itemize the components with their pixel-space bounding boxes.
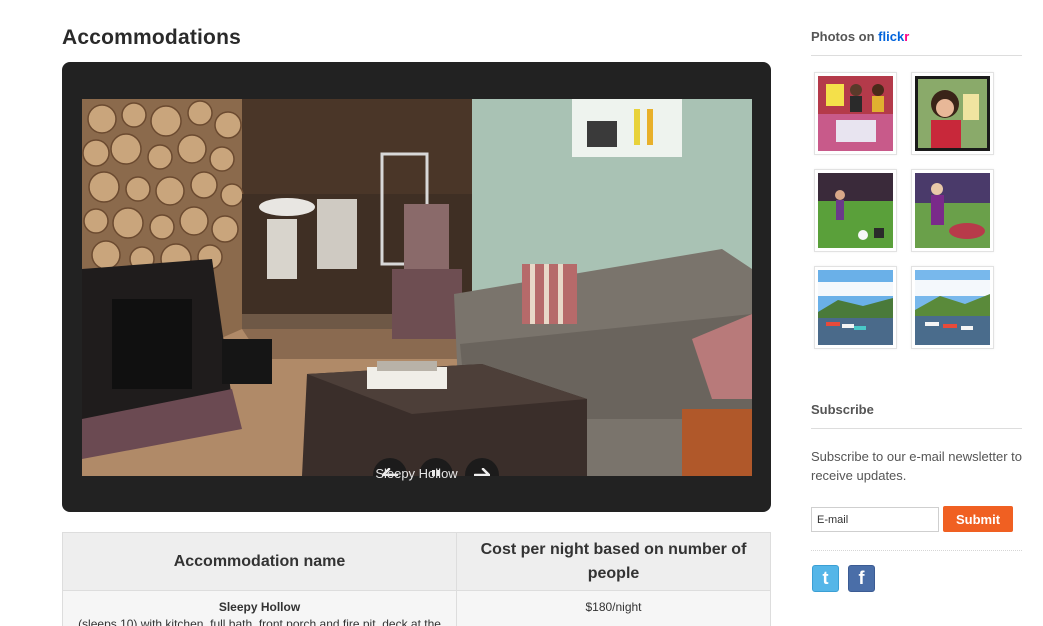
table-header-row: Accommodation name Cost per night based … <box>62 532 771 591</box>
flickr-thumbnail[interactable] <box>911 72 994 155</box>
living-room-photo <box>82 99 752 476</box>
twitter-icon: t <box>822 568 829 588</box>
twitter-link[interactable]: t <box>812 565 839 592</box>
slide-image[interactable] <box>82 99 752 476</box>
accommodation-cell: Sleepy Hollow (sleeps 10) with kitchen, … <box>62 590 457 626</box>
accommodations-table: Accommodation name Cost per night based … <box>62 532 771 626</box>
submit-button[interactable]: Submit <box>943 506 1013 532</box>
flickr-heading: Photos on flickr <box>811 29 1022 56</box>
flickr-thumbnail[interactable] <box>814 72 897 155</box>
facebook-link[interactable]: f <box>848 565 875 592</box>
flickr-thumbnail[interactable] <box>911 169 994 252</box>
flickr-thumbnail[interactable] <box>814 266 897 349</box>
page-title: Accommodations <box>62 26 241 49</box>
column-header-name: Accommodation name <box>62 532 457 591</box>
email-input[interactable] <box>811 507 939 532</box>
flickr-logo-part2[interactable]: r <box>904 29 909 44</box>
table-row: Sleepy Hollow (sleeps 10) with kitchen, … <box>62 590 771 626</box>
facebook-icon: f <box>858 568 865 588</box>
divider <box>811 550 1022 551</box>
page: Accommodations Sleepy Hollow Accommodati… <box>0 0 1043 626</box>
flickr-logo-part1[interactable]: flick <box>878 29 904 44</box>
accommodation-name: Sleepy Hollow <box>218 600 301 614</box>
subscribe-heading: Subscribe <box>811 402 1022 429</box>
accommodation-description: (sleeps 10) with kitchen, full bath, fro… <box>78 617 441 626</box>
column-header-cost: Cost per night based on number of people <box>456 532 771 591</box>
slideshow: Sleepy Hollow <box>62 62 771 512</box>
flickr-thumbnail[interactable] <box>814 169 897 252</box>
cost-cell: $180/night <box>456 590 771 626</box>
flickr-thumbnail[interactable] <box>911 266 994 349</box>
subscribe-text: Subscribe to our e-mail newsletter to re… <box>811 449 1022 483</box>
flickr-heading-label: Photos on <box>811 29 879 44</box>
slide-caption: Sleepy Hollow <box>375 466 458 481</box>
